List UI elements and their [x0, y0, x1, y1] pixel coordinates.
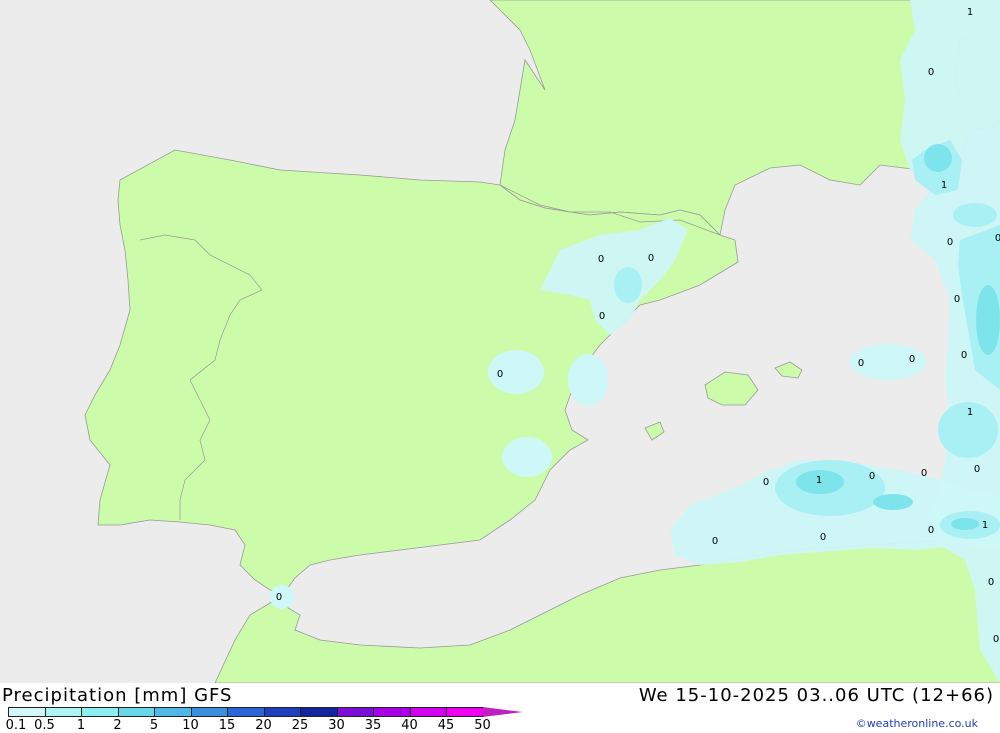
precip-heavy-east — [976, 285, 1000, 355]
map-value-label: 0 — [497, 369, 503, 380]
map-value-label: 0 — [995, 233, 1000, 244]
precip-area-valencia — [568, 354, 608, 406]
map-value-label: 1 — [967, 407, 973, 418]
legend-tick-label: 1 — [76, 718, 86, 733]
legend-tick-label: 0.5 — [34, 718, 55, 733]
map-value-label: 0 — [974, 464, 980, 475]
precip-heavy-corsica — [924, 144, 952, 172]
map-value-label: 1 — [967, 7, 973, 18]
map-value-label: 1 — [982, 520, 988, 531]
legend-tick-label: 5 — [149, 718, 159, 733]
map-value-label: 0 — [599, 311, 605, 322]
map-value-label: 0 — [961, 350, 967, 361]
legend-color-swatch — [300, 707, 338, 717]
credit-link[interactable]: ©weatheronline.co.uk — [856, 717, 978, 730]
map-value-label: 0 — [869, 471, 875, 482]
precipitation-map: 1 0 1 0 0 0 0 0 0 0 0 0 1 0 1 0 0 0 0 0 … — [0, 0, 1000, 684]
legend-color-swatch — [373, 707, 411, 717]
legend-tick-label: 0.1 — [5, 718, 27, 733]
legend-tick-label: 10 — [182, 718, 199, 733]
legend-tick-label: 30 — [328, 718, 345, 733]
precip-heavy-south-3 — [951, 518, 979, 530]
map-value-label: 0 — [598, 254, 604, 265]
legend-color-swatch — [227, 707, 265, 717]
map-value-label: 0 — [909, 354, 915, 365]
map-value-label: 0 — [648, 253, 654, 264]
legend-color-swatch — [8, 707, 46, 717]
legend-color-swatch — [190, 707, 228, 717]
map-value-label: 1 — [816, 475, 822, 486]
precip-medium-nw — [953, 203, 997, 227]
map-value-label: 0 — [921, 468, 927, 479]
legend-tick-label: 25 — [291, 718, 309, 733]
map-canvas: 1 0 1 0 0 0 0 0 0 0 0 0 1 0 1 0 0 0 0 0 … — [0, 0, 1000, 684]
legend-color-swatch — [81, 707, 119, 717]
map-value-label: 0 — [712, 536, 718, 547]
map-value-label: 0 — [947, 237, 953, 248]
legend-tick-label: 50 — [474, 718, 491, 733]
legend-tick-label: 45 — [437, 718, 455, 733]
legend-color-swatch — [446, 707, 484, 717]
map-title: Precipitation [mm] GFS — [2, 685, 233, 706]
precip-area-murcia — [502, 437, 552, 477]
legend-tick-label: 40 — [401, 718, 418, 733]
legend-color-swatch — [154, 707, 192, 717]
map-value-label: 0 — [988, 577, 994, 588]
precip-heavy-south-2 — [873, 494, 913, 510]
legend-tick-label: 2 — [113, 718, 122, 733]
legend-color-swatch — [263, 707, 301, 717]
map-value-label: 0 — [858, 358, 864, 369]
legend-color-swatch — [409, 707, 447, 717]
precip-medium-ebro — [614, 267, 642, 303]
map-value-label: 0 — [928, 67, 934, 78]
map-footer: Precipitation [mm] GFS We 15-10-2025 03.… — [0, 683, 1000, 733]
legend-tick-label: 15 — [218, 718, 236, 733]
legend-color-swatch — [117, 707, 155, 717]
legend-color-swatch — [482, 707, 523, 717]
map-value-label: 0 — [928, 525, 934, 536]
map-value-label: 0 — [820, 532, 826, 543]
legend-color-swatch — [44, 707, 82, 717]
legend-color-swatch — [336, 707, 374, 717]
map-value-label: 0 — [763, 477, 769, 488]
map-value-label: 0 — [954, 294, 960, 305]
map-value-label: 0 — [993, 634, 999, 645]
map-value-label: 1 — [941, 180, 947, 191]
legend-tick-label: 20 — [255, 718, 272, 733]
legend-tick-label: 35 — [364, 718, 382, 733]
forecast-datetime: We 15-10-2025 03..06 UTC (12+66) — [638, 685, 994, 706]
map-value-label: 0 — [276, 592, 282, 603]
